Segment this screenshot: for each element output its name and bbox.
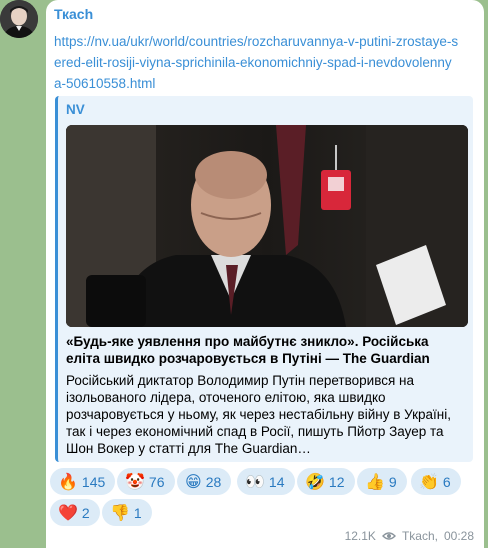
reaction-count: 1 [133,504,142,521]
preview-description: Російський диктатор Володимир Путін пере… [66,373,451,456]
preview-image [66,125,468,327]
reaction-thumbs-up[interactable]: 👍 9 [357,468,407,495]
grin-icon: 😁 [185,471,202,491]
message-meta: 12.1K Tkach, 00:28 [344,529,474,543]
reaction-clap[interactable]: 👏 6 [411,468,461,495]
reaction-count: 9 [388,473,397,490]
preview-title: «Будь-яке уявлення про майбутнє зникло».… [66,334,430,366]
rofl-icon: 🤣 [305,471,325,491]
preview-site-name: NV [66,102,85,117]
thumbs-down-icon: 👎 [110,502,130,522]
reaction-fire[interactable]: 🔥 145 [50,468,116,495]
reaction-count: 145 [81,473,106,490]
link-preview[interactable]: NV «Будь-яке уявлення про майбутнє зникл… [55,96,473,462]
fire-icon: 🔥 [58,471,78,491]
clap-icon: 👏 [419,471,439,491]
reaction-count: 2 [81,504,90,521]
reaction-count: 76 [148,473,165,490]
reaction-eyes[interactable]: 👀 14 [237,468,295,495]
reaction-count: 28 [205,473,222,490]
reaction-count: 12 [328,473,345,490]
sender-name[interactable]: Ткасh [54,6,93,22]
thumbs-up-icon: 👍 [365,471,385,491]
reaction-heart[interactable]: ❤️ 2 [50,499,100,526]
reaction-clown[interactable]: 🤡 76 [117,468,175,495]
channel-avatar[interactable] [0,0,38,38]
eyes-icon: 👀 [245,471,265,491]
reaction-grin[interactable]: 😁 28 [177,468,232,495]
avatar-photo [0,0,38,38]
reaction-rofl[interactable]: 🤣 12 [297,468,355,495]
views-count: 12.1K [344,529,376,543]
reaction-thumbs-down[interactable]: 👎 1 [102,499,152,526]
eye-icon [381,532,396,540]
reaction-count: 6 [442,473,451,490]
post-time: 00:28 [443,529,474,543]
article-link[interactable]: https://nv.ua/ukr/world/countries/rozcha… [54,31,459,94]
post-author: Tkach [401,529,435,543]
message-bubble: Ткасh https://nv.ua/ukr/world/countries/… [46,0,484,548]
preview-photo[interactable] [66,125,468,327]
heart-icon: ❤️ [58,502,78,522]
reaction-count: 14 [268,473,285,490]
clown-icon: 🤡 [125,471,145,491]
